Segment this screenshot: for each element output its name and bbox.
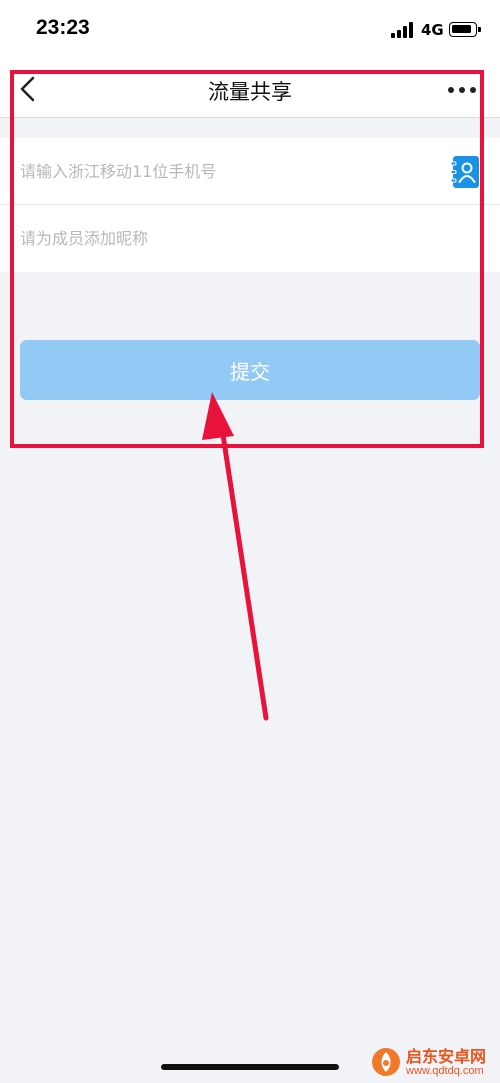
status-time: 23:23	[36, 16, 90, 39]
nav-bar: 流量共享	[0, 62, 500, 118]
phone-row	[0, 138, 500, 205]
nickname-row	[0, 205, 500, 272]
battery-icon	[449, 22, 481, 37]
submit-button[interactable]: 提交	[20, 340, 480, 400]
signal-bars-icon	[391, 22, 415, 38]
phone-input[interactable]	[20, 138, 440, 205]
watermark-logo-icon	[372, 1048, 400, 1076]
watermark-name: 启东安卓网	[406, 1047, 487, 1066]
watermark-url: www.qdtdq.com	[406, 1065, 484, 1077]
watermark: 启东安卓网 www.qdtdq.com	[366, 1040, 500, 1083]
member-form	[0, 138, 500, 272]
nickname-input[interactable]	[20, 205, 440, 272]
network-type: 4G	[421, 21, 444, 39]
home-indicator[interactable]	[161, 1064, 339, 1070]
contact-book-icon[interactable]	[451, 156, 479, 188]
more-dots-icon[interactable]	[446, 82, 478, 98]
status-bar: 23:23 4G	[0, 0, 500, 62]
page-title: 流量共享	[208, 80, 292, 104]
